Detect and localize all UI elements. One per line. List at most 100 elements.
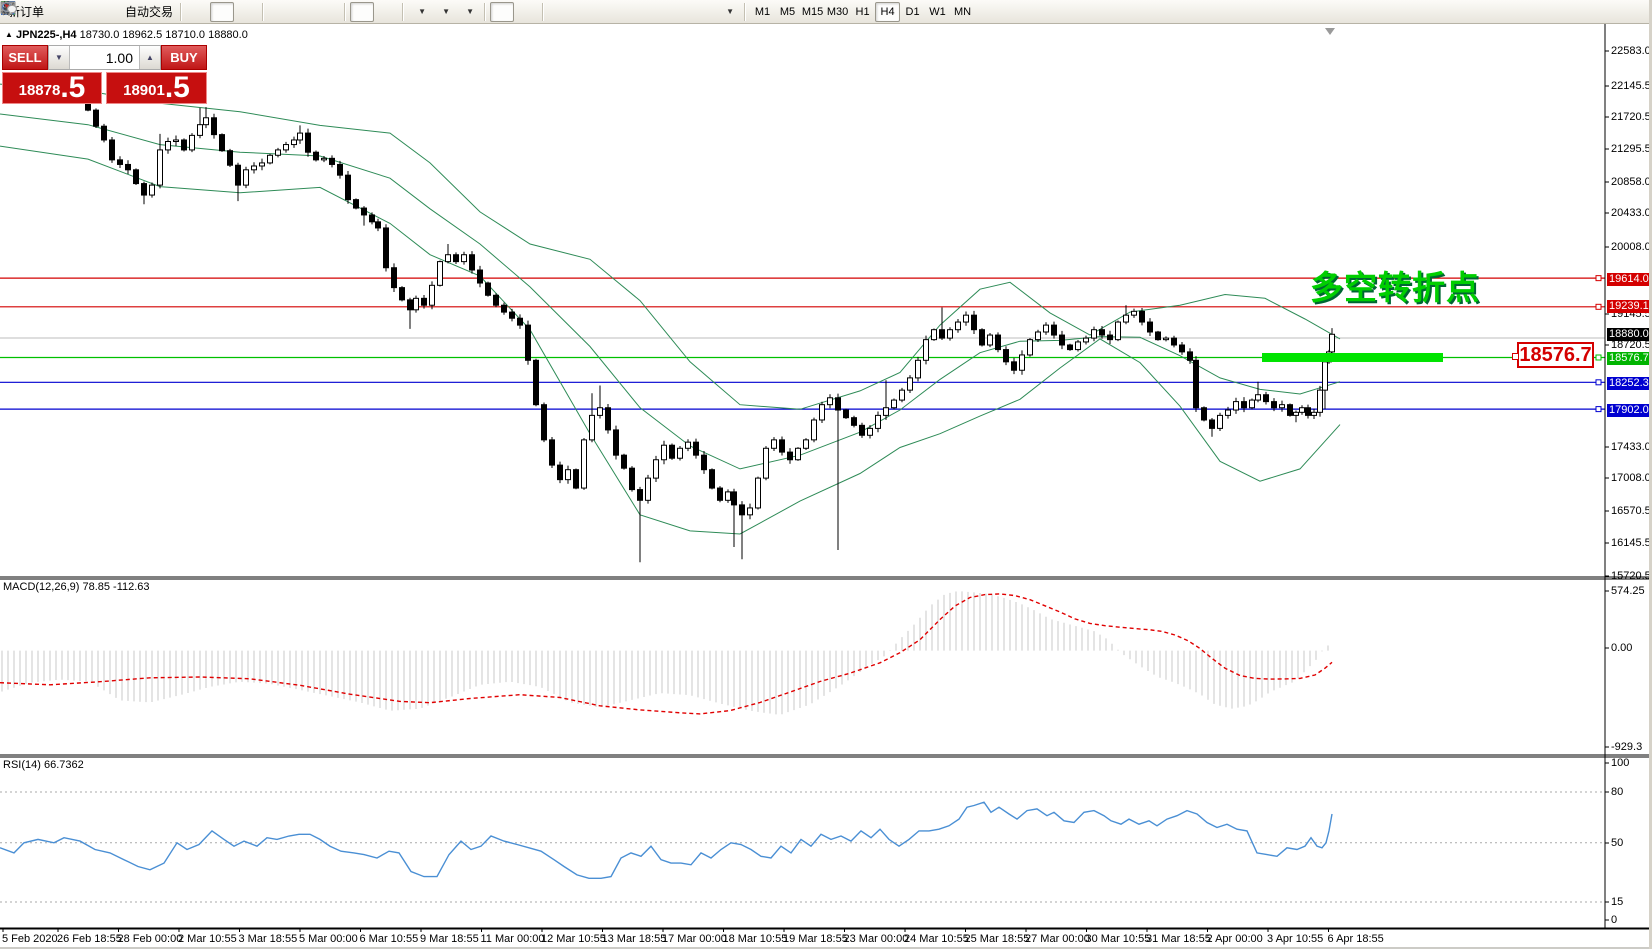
chart-canvas[interactable]: [0, 0, 1652, 949]
chart-shift-marker[interactable]: [1325, 28, 1335, 35]
chat-button[interactable]: [1618, 2, 1642, 22]
candle: [228, 151, 233, 166]
trendline-tool-button[interactable]: [596, 2, 620, 22]
vertical-line-tool-button[interactable]: [548, 2, 572, 22]
tile-windows-button[interactable]: [316, 2, 340, 22]
price-badge: 19239.1: [1607, 300, 1651, 313]
timeframe-button-h1[interactable]: H1: [850, 2, 875, 22]
periods-button[interactable]: ▼: [432, 2, 456, 22]
volume-field[interactable]: 1.00: [70, 46, 139, 69]
zoom-in-button[interactable]: [268, 2, 292, 22]
collapse-triangle-icon[interactable]: ▲: [5, 30, 13, 39]
timeframe-button-m30[interactable]: M30: [825, 2, 850, 22]
candle: [408, 300, 413, 310]
candle: [1092, 330, 1097, 338]
candle: [346, 175, 351, 199]
sell-price-button[interactable]: 18878 .5: [2, 72, 102, 104]
chart-shift-button[interactable]: [374, 2, 398, 22]
history-center-button[interactable]: [47, 2, 71, 22]
crosshair-tool-button[interactable]: [514, 2, 538, 22]
rsi-tick-label: 0: [1611, 914, 1651, 926]
candle: [654, 460, 659, 478]
line-chart-mode-button[interactable]: [234, 2, 258, 22]
signals-button[interactable]: [95, 2, 119, 22]
cursor-tool-button[interactable]: [490, 2, 514, 22]
candle: [1210, 420, 1215, 428]
mt4-window: 新订单 自动交易: [0, 0, 1652, 949]
candle: [1226, 410, 1231, 415]
candle: [400, 288, 405, 300]
candle: [454, 255, 459, 262]
hline-drag-handle[interactable]: [1596, 407, 1601, 412]
hline-drag-handle[interactable]: [1596, 380, 1601, 385]
templates-button[interactable]: ▼: [456, 2, 480, 22]
sell-price-main: 18878: [19, 81, 61, 101]
timeframe-button-d1[interactable]: D1: [900, 2, 925, 22]
candle: [582, 440, 587, 488]
candle: [158, 150, 163, 185]
zoom-out-button[interactable]: [292, 2, 316, 22]
timeframe-button-w1[interactable]: W1: [925, 2, 950, 22]
bar-chart-mode-button[interactable]: [186, 2, 210, 22]
candle: [868, 428, 873, 435]
market-watch-button[interactable]: [71, 2, 95, 22]
price-callout-box[interactable]: 18576.7: [1517, 342, 1594, 368]
auto-scroll-button[interactable]: [350, 2, 374, 22]
hline-drag-handle[interactable]: [1596, 355, 1601, 360]
callout-drag-handle[interactable]: [1512, 353, 1519, 360]
candle: [142, 184, 147, 195]
candle: [972, 315, 977, 330]
candle: [306, 133, 311, 152]
candle: [1323, 362, 1328, 390]
candle: [980, 330, 985, 345]
candlestick-mode-button[interactable]: [210, 2, 234, 22]
fibonacci-tool-button[interactable]: F: [644, 2, 668, 22]
volume-decrease-button[interactable]: ▼: [49, 46, 70, 69]
timeframe-button-h4[interactable]: H4: [875, 2, 900, 22]
candle: [1264, 395, 1269, 402]
candle: [330, 158, 335, 164]
buy-button[interactable]: BUY: [161, 45, 207, 70]
indicators-button[interactable]: ▼: [408, 2, 432, 22]
hline-drag-handle[interactable]: [1596, 304, 1601, 309]
timeframe-button-m1[interactable]: M1: [750, 2, 775, 22]
auto-trading-button[interactable]: 自动交易: [119, 2, 176, 22]
highlight-zone[interactable]: [1262, 353, 1443, 362]
candle: [502, 305, 507, 312]
candle: [102, 126, 107, 140]
candle: [1036, 332, 1041, 340]
sell-button[interactable]: SELL: [2, 45, 48, 70]
horizontal-line-tool-button[interactable]: [572, 2, 596, 22]
sell-price-pip: .5: [60, 75, 85, 101]
channel-tool-button[interactable]: E: [620, 2, 644, 22]
rsi-line: [0, 802, 1332, 878]
time-tick-label: 2 Mar 10:55: [178, 933, 237, 945]
buy-price-button[interactable]: 18901 .5: [106, 72, 207, 104]
candle: [134, 170, 139, 184]
candle: [1164, 338, 1169, 340]
candle: [1060, 335, 1065, 345]
arrows-tool-button[interactable]: ▼: [716, 2, 740, 22]
candle: [852, 418, 857, 426]
candle: [788, 452, 793, 460]
search-button[interactable]: [1594, 2, 1618, 22]
candle: [1148, 322, 1153, 332]
timeframe-button-mn[interactable]: MN: [950, 2, 975, 22]
volume-increase-button[interactable]: ▲: [139, 46, 160, 69]
time-tick-label: 18 Mar 10:55: [723, 933, 788, 945]
candle: [1288, 405, 1293, 416]
timeframe-button-m5[interactable]: M5: [775, 2, 800, 22]
candle: [298, 133, 303, 140]
candle: [812, 420, 817, 440]
toolbar-separator: [542, 3, 544, 21]
chevron-down-icon: ▼: [726, 7, 734, 16]
price-tick-label: 16145.5: [1611, 537, 1651, 549]
toolbar-separator: [344, 3, 346, 21]
candle: [670, 445, 675, 458]
hline-drag-handle[interactable]: [1596, 276, 1601, 281]
candle: [988, 335, 993, 345]
text-tool-button[interactable]: A: [668, 2, 692, 22]
timeframe-button-m15[interactable]: M15: [800, 2, 825, 22]
label-tool-button[interactable]: T: [692, 2, 716, 22]
candle: [1004, 350, 1009, 362]
